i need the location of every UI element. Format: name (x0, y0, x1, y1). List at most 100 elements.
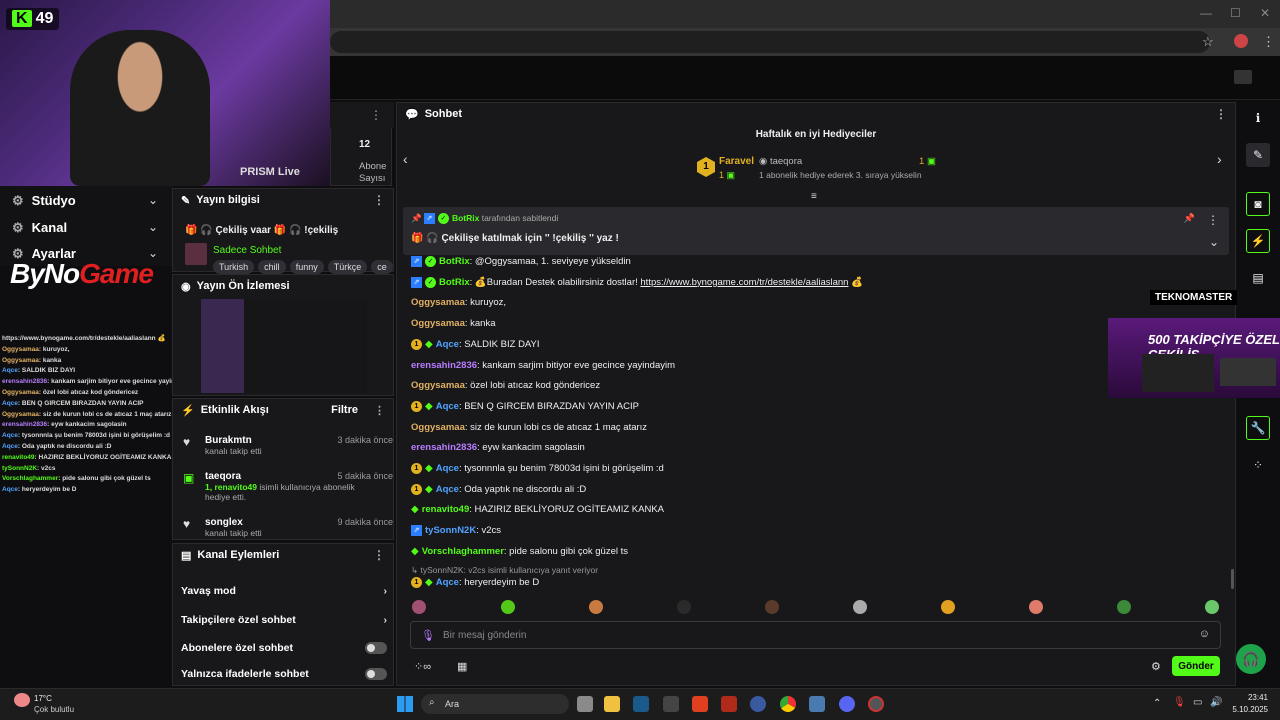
emote-icon[interactable] (412, 600, 426, 614)
bolt-icon[interactable]: ⚡ (1246, 229, 1270, 253)
chat-username[interactable]: erensahin2836 (411, 442, 477, 453)
camera-icon[interactable]: ◙ (1246, 192, 1270, 216)
file-explorer-icon[interactable] (604, 696, 620, 712)
menu-studio[interactable]: ⚙ Stüdyo (12, 193, 76, 209)
chat-username[interactable]: renavito49 (422, 504, 470, 515)
mic-icon[interactable]: 🎙 (421, 629, 435, 642)
chevron-down-icon[interactable]: ⌄ (1209, 235, 1219, 249)
tag-item[interactable]: ce (371, 260, 393, 274)
network-icon[interactable]: ▭ (1193, 697, 1202, 708)
task-view-icon[interactable] (577, 696, 593, 712)
overlay-chat-user: Oggysamaa (2, 356, 39, 364)
chat-username[interactable]: tySonnN2K (425, 525, 476, 536)
gear-icon[interactable]: ⚙ (1151, 660, 1161, 673)
weather-temp[interactable]: 17°C (34, 694, 52, 703)
volume-icon[interactable]: 🔊 (1210, 697, 1222, 708)
taskbar-search[interactable]: ⌕ Ara (421, 694, 569, 714)
profile-avatar-icon[interactable] (1234, 34, 1248, 48)
infinity-icon[interactable]: ⁘∞ (414, 660, 431, 673)
emote-icon[interactable] (501, 600, 515, 614)
chat-username[interactable]: Oggysamaa (411, 297, 465, 308)
windows-start-icon[interactable] (397, 696, 413, 712)
store-icon[interactable]: ▦ (457, 660, 467, 673)
maximize-icon[interactable]: ☐ (1230, 6, 1241, 20)
emote-icon[interactable] (1029, 600, 1043, 614)
stream-category[interactable]: Sadece Sohbet (213, 245, 281, 256)
app-icon[interactable] (721, 696, 737, 712)
followers-only-row[interactable]: Takipçilere özel sohbet › (181, 614, 387, 626)
chrome-icon[interactable] (780, 696, 796, 712)
mic-tray-icon[interactable]: 🎙 (1173, 697, 1186, 708)
emoji-icon[interactable]: ☺ (1199, 628, 1210, 640)
pin-icon[interactable]: 📌 (1184, 213, 1195, 224)
chat-username[interactable]: BotRix (439, 256, 470, 267)
collapse-icon[interactable]: ≡ (811, 191, 817, 202)
steam-icon[interactable] (633, 696, 649, 712)
chat-username[interactable]: Aqce (436, 339, 459, 350)
more-icon[interactable]: ⋮ (373, 193, 385, 207)
chat-input[interactable]: 🎙 Bir mesaj gönderin ☺ (410, 621, 1221, 649)
tag-item[interactable]: Turkish (213, 260, 255, 274)
app-icon[interactable] (750, 696, 766, 712)
emote-icon[interactable] (677, 600, 691, 614)
tag-item[interactable]: funny (289, 260, 324, 274)
clock-time[interactable]: 23:41 (1232, 693, 1268, 702)
emote-icon[interactable] (765, 600, 779, 614)
chat-username[interactable]: Vorschlaghammer (422, 546, 504, 557)
emote-icon[interactable] (1117, 600, 1131, 614)
brave-icon[interactable] (692, 696, 708, 712)
wrench-icon[interactable]: 🔧 (1246, 416, 1270, 440)
filter-button[interactable]: Filtre (331, 404, 358, 416)
app-icon[interactable] (663, 696, 679, 712)
chat-username[interactable]: BotRix (439, 277, 470, 288)
emotes-only-toggle[interactable] (365, 668, 387, 680)
send-button[interactable]: Gönder (1172, 656, 1220, 676)
chevron-down-icon[interactable]: ⌄ (148, 220, 158, 234)
emote-icon[interactable] (1205, 600, 1219, 614)
chevron-left-icon[interactable]: ‹ (403, 151, 408, 167)
chat-username[interactable]: erensahin2836 (411, 360, 477, 371)
apps-icon[interactable]: ⁘ (1246, 453, 1270, 477)
user-avatar[interactable] (1234, 70, 1252, 84)
tray-chevron-icon[interactable]: ⌃ (1153, 698, 1161, 709)
chat-link[interactable]: https://www.bynogame.com/tr/destekle/aal… (640, 277, 848, 288)
clock-date[interactable]: 5.10.2025 (1228, 705, 1268, 714)
menu-channel[interactable]: ⚙ Kanal (12, 220, 67, 236)
more-icon[interactable]: ⋮ (1207, 213, 1219, 227)
url-input[interactable] (330, 31, 1210, 53)
info-icon[interactable]: ℹ (1246, 106, 1270, 130)
document-icon[interactable]: ▤ (1246, 266, 1270, 290)
close-icon[interactable]: ✕ (1260, 6, 1270, 20)
minimize-icon[interactable]: — (1200, 6, 1212, 20)
emote-icon[interactable] (589, 600, 603, 614)
more-icon[interactable]: ⋮ (374, 404, 385, 417)
tag-item[interactable]: Türkçe (327, 260, 368, 274)
more-icon[interactable]: ⋮ (373, 548, 385, 562)
chat-username[interactable]: Oggysamaa (411, 318, 465, 329)
chat-scrollbar[interactable] (1231, 569, 1234, 589)
chat-username[interactable]: Aqce (436, 577, 459, 588)
more-icon[interactable]: ⋮ (1215, 107, 1227, 121)
chat-username[interactable]: Oggysamaa (411, 422, 465, 433)
stream-preview-thumbnail[interactable] (201, 299, 367, 393)
chevron-down-icon[interactable]: ⌄ (148, 193, 158, 207)
browser-menu-icon[interactable]: ⋮ (1262, 34, 1275, 50)
bookmark-star-icon[interactable]: ☆ (1202, 34, 1214, 50)
weather-desc[interactable]: Çok bulutlu (34, 705, 74, 714)
subscribers-only-toggle[interactable] (365, 642, 387, 654)
chat-username[interactable]: Oggysamaa (411, 380, 465, 391)
chat-username[interactable]: Aqce (436, 463, 459, 474)
emote-icon[interactable] (941, 600, 955, 614)
chat-username[interactable]: Aqce (436, 484, 459, 495)
chat-username[interactable]: Aqce (436, 401, 459, 412)
edit-icon[interactable]: ✎ (1246, 143, 1270, 167)
stats-menu-icon[interactable]: ⋮ (370, 108, 382, 122)
slow-mode-row[interactable]: Yavaş mod › (181, 585, 387, 597)
emote-icon[interactable] (853, 600, 867, 614)
app-icon[interactable] (809, 696, 825, 712)
discord-icon[interactable] (839, 696, 855, 712)
support-icon[interactable]: 🎧 (1236, 644, 1266, 674)
tag-item[interactable]: chill (258, 260, 286, 274)
obs-icon[interactable] (868, 696, 884, 712)
chevron-right-icon[interactable]: › (1217, 151, 1222, 167)
